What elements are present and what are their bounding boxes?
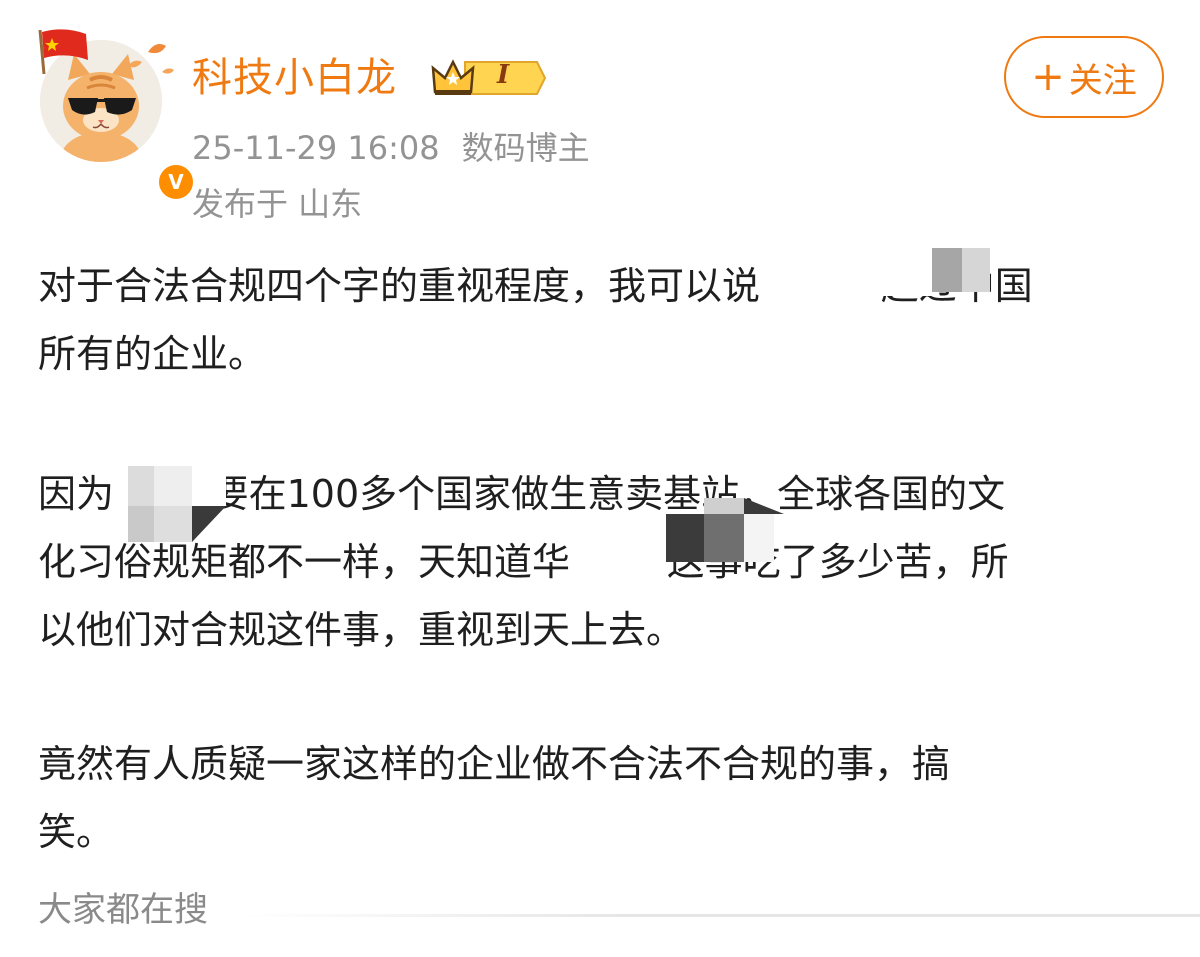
leaf-icon: [128, 44, 174, 74]
post-location: 发布于 山东: [192, 185, 363, 223]
verified-badge: V: [156, 162, 196, 202]
post-paragraph-2: 因为 要在100多个国家做生意卖基站，全球各国的文 化习俗规矩都不一样，天知道华…: [38, 472, 1009, 652]
verified-mark: V: [168, 170, 184, 194]
author-name[interactable]: 科技小白龙: [192, 50, 397, 106]
china-flag-icon: [38, 29, 88, 74]
level-badge: I: [431, 58, 547, 98]
avatar[interactable]: V: [38, 29, 196, 202]
trending-label[interactable]: 大家都在搜: [38, 886, 208, 934]
post-meta: 25-11-29 16:08 数码博主: [192, 126, 590, 170]
divider: [240, 914, 1200, 917]
post-time: 25-11-29 16:08: [192, 129, 440, 167]
plus-icon: +: [1031, 54, 1065, 100]
level-text: I: [497, 60, 510, 90]
follow-label: 关注: [1068, 60, 1137, 101]
author-tag: 数码博主: [461, 129, 590, 167]
post-paragraph-1: 对于合法合规四个字的重视程度，我可以说 超过中国 所有的企业。: [38, 264, 1033, 376]
post-paragraph-3: 竟然有人质疑一家这样的企业做不合法不合规的事，搞 笑。: [38, 742, 951, 854]
follow-button[interactable]: + 关注: [1004, 36, 1164, 118]
crown-icon: [431, 59, 547, 95]
